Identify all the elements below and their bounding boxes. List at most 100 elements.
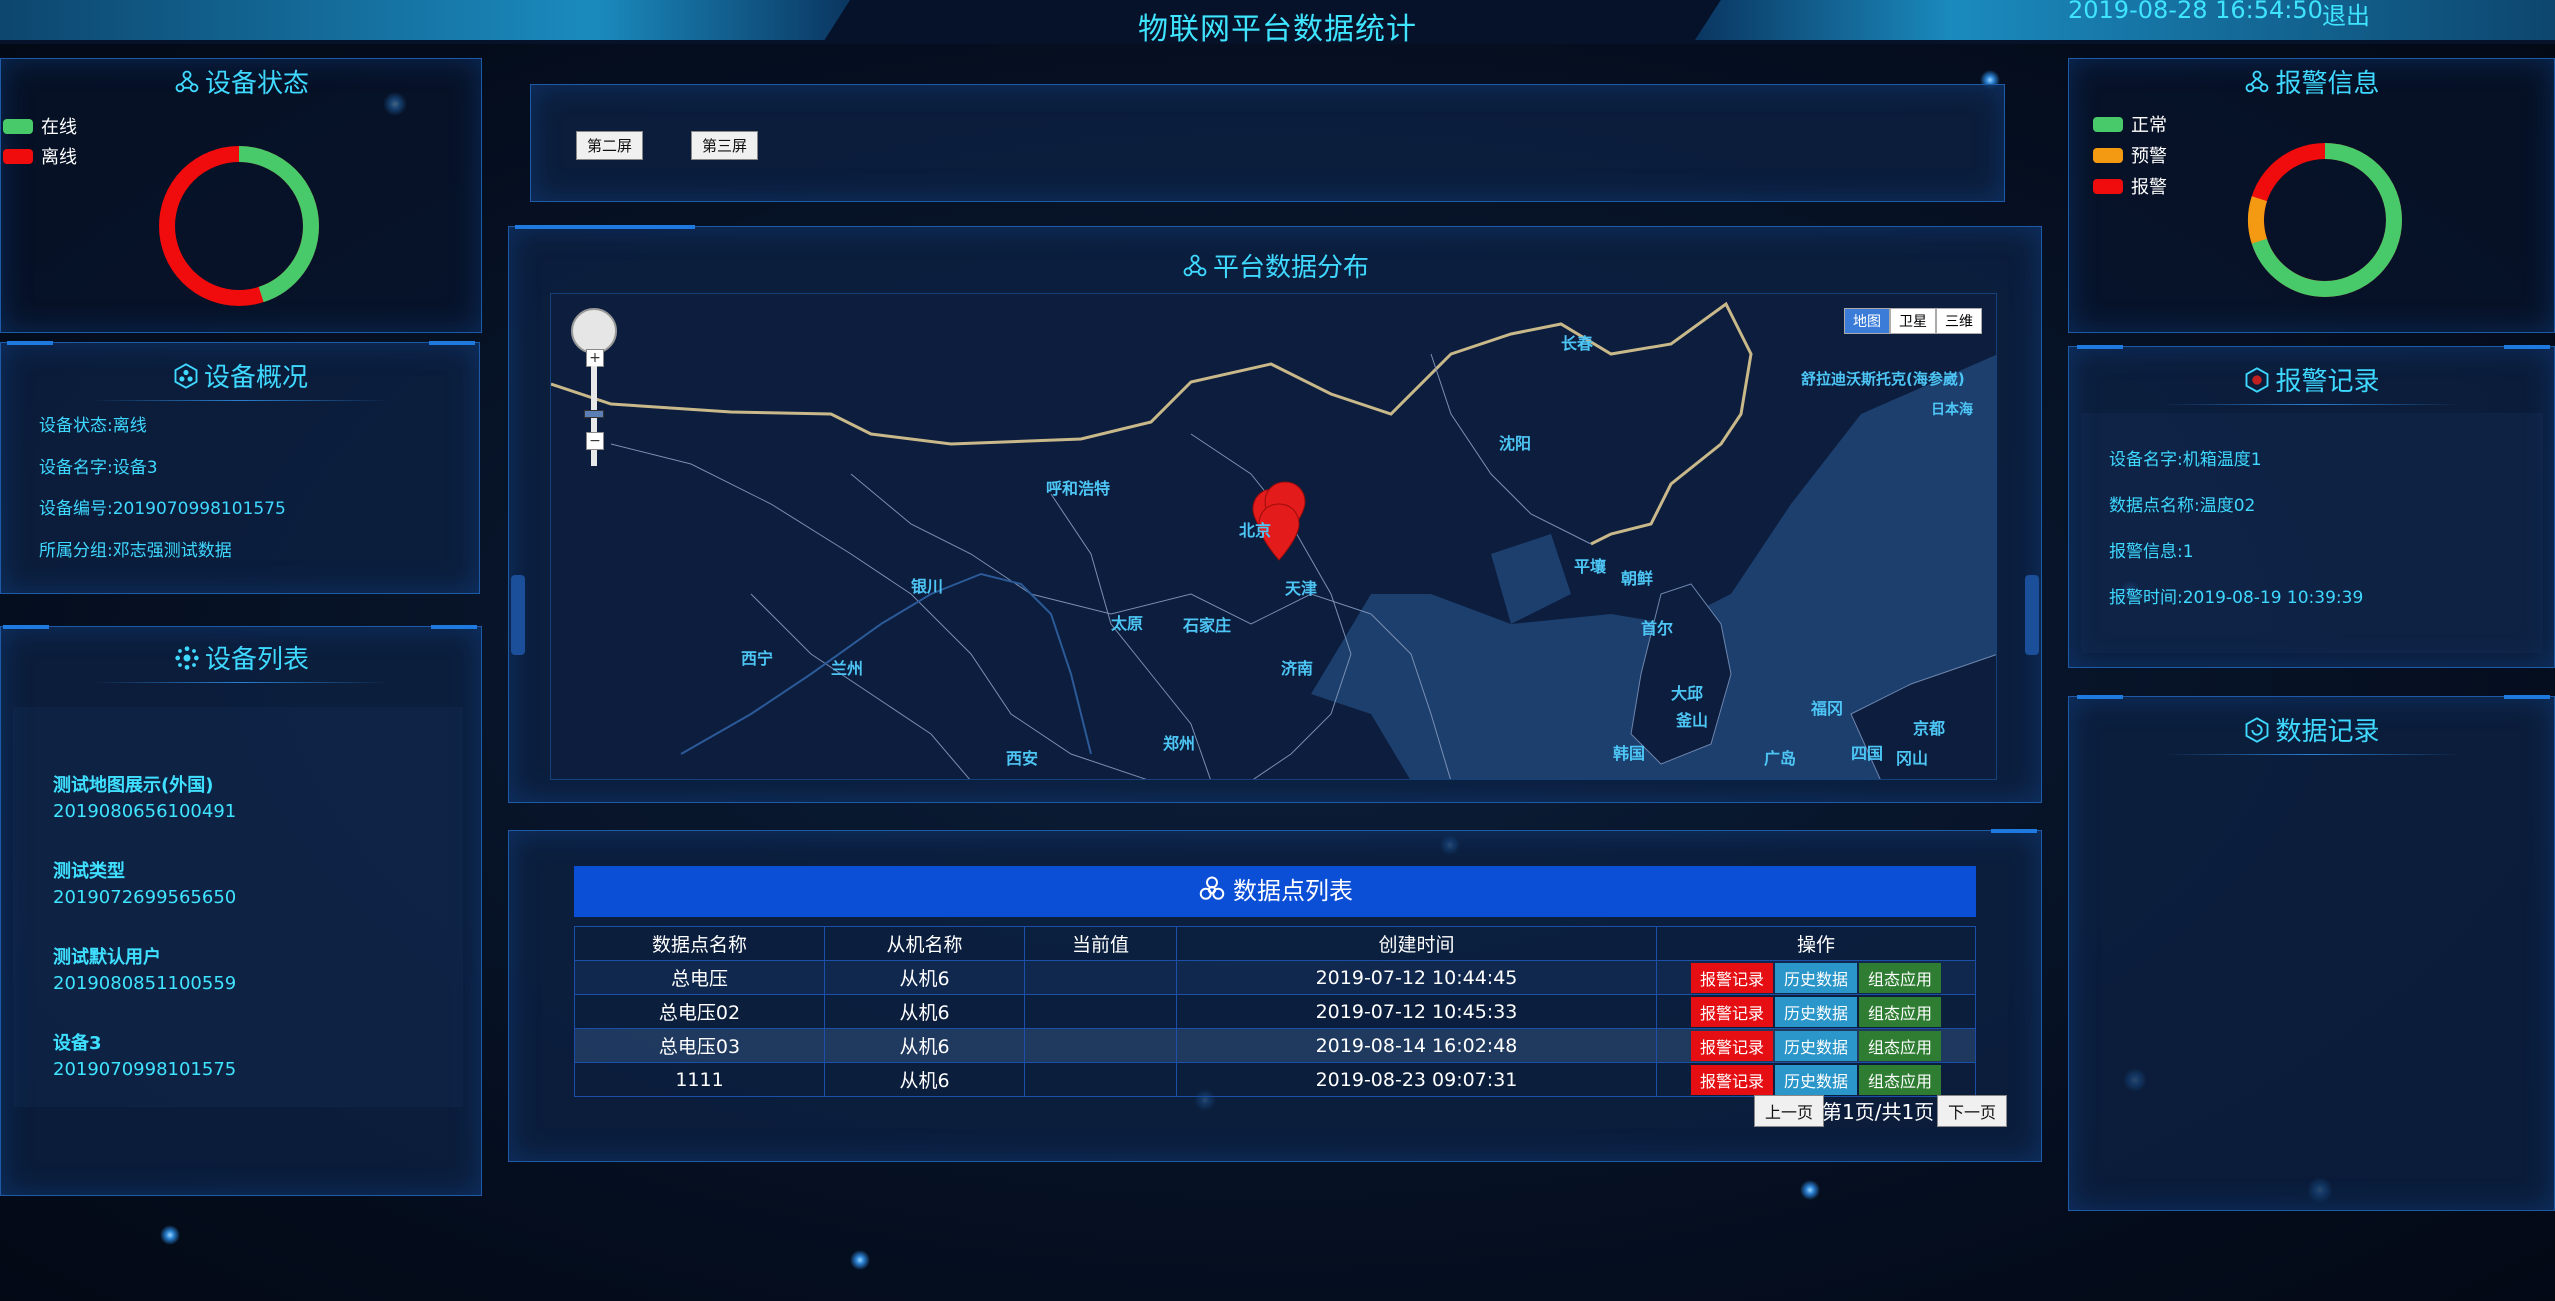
- device-name: 测试默认用户: [53, 947, 161, 968]
- second-screen-button[interactable]: 第二屏: [576, 131, 644, 160]
- panel-corner: [2504, 695, 2550, 711]
- map-label-zhengzhou: 郑州: [1163, 734, 1195, 753]
- zoom-slider-thumb[interactable]: [584, 410, 604, 418]
- alarm-record-message: 报警信息:1: [2109, 542, 2194, 562]
- history-data-button[interactable]: 历史数据: [1774, 962, 1857, 993]
- cell-value: [1024, 1062, 1177, 1097]
- map-label-daegu: 大邱: [1671, 684, 1703, 703]
- legend-alarm-label: 报警: [2131, 177, 2167, 198]
- zoom-in-button[interactable]: +: [586, 349, 604, 367]
- cell-actions: 报警记录 历史数据 组态应用: [1656, 1062, 1976, 1097]
- map-type-map[interactable]: 地图: [1844, 308, 1890, 334]
- alarm-record-device: 设备名字:机箱温度1: [2109, 450, 2262, 470]
- panel-corner: [2077, 695, 2123, 711]
- data-record-panel: 数据记录: [2068, 695, 2555, 1211]
- cell-slave: 从机6: [824, 1028, 1025, 1063]
- table-row: 总电压02 从机6 2019-07-12 10:45:33 报警记录 历史数据 组态应用: [574, 994, 1976, 1029]
- device-list-item[interactable]: 设备3 2019070998101575: [53, 1029, 236, 1080]
- cell-name: 1111: [574, 1062, 825, 1097]
- alarm-record-time: 报警时间:2019-08-19 10:39:39: [2109, 588, 2364, 608]
- device-name: 测试地图展示(外国): [53, 775, 214, 796]
- map-label-taiyuan: 太原: [1110, 614, 1143, 633]
- cell-value: [1024, 960, 1177, 995]
- alarm-record-button[interactable]: 报警记录: [1690, 1064, 1773, 1095]
- device-list-item[interactable]: 测试默认用户 2019080851100559: [53, 943, 236, 994]
- alarm-info-label: 报警信息: [2275, 69, 2380, 99]
- page-info: 第1页/共1页: [1822, 1100, 1935, 1124]
- device-list-item[interactable]: 测试地图展示(外国) 2019080656100491: [53, 771, 236, 822]
- panel-corner: [1991, 829, 2037, 845]
- map-label-shijiazhuang: 石家庄: [1182, 616, 1231, 635]
- map-pan-control[interactable]: [571, 308, 617, 354]
- map-type-switch: 地图 卫星 三维: [1844, 308, 1982, 334]
- device-list-item[interactable]: 测试类型 2019072699565650: [53, 857, 236, 908]
- map-type-3d[interactable]: 三维: [1936, 308, 1982, 334]
- legend-alarm: 报警: [2093, 173, 2167, 199]
- data-table-title: 数据点列表: [574, 866, 1976, 917]
- group-app-button[interactable]: 组态应用: [1859, 1064, 1942, 1095]
- map-label-beijing: 北京: [1239, 521, 1271, 540]
- device-overview-label: 设备概况: [203, 363, 308, 393]
- platform-map-label: 平台数据分布: [1212, 253, 1369, 283]
- cluster-icon: [175, 646, 199, 670]
- third-screen-button[interactable]: 第三屏: [691, 131, 759, 160]
- alarm-info-title: 报警信息: [2069, 63, 2554, 100]
- alarm-record-button[interactable]: 报警记录: [1690, 1030, 1773, 1061]
- device-name: 设备3: [53, 1033, 102, 1054]
- group-app-button[interactable]: 组态应用: [1859, 962, 1942, 993]
- map-type-satellite[interactable]: 卫星: [1890, 308, 1936, 334]
- prev-page-button[interactable]: 上一页: [1754, 1095, 1825, 1127]
- history-data-button[interactable]: 历史数据: [1774, 1030, 1857, 1061]
- network-icon: [2246, 70, 2269, 93]
- map-label-tianjin: 天津: [1285, 579, 1317, 598]
- map-label-kyoto: 京都: [1913, 719, 1945, 738]
- cell-created: 2019-07-12 10:44:45: [1176, 960, 1657, 995]
- legend-alarm-swatch: [2093, 178, 2123, 194]
- overview-status: 设备状态:离线: [39, 416, 147, 436]
- map-label-vladivostok: 舒拉迪沃斯托克(海参崴): [1801, 370, 1965, 388]
- col-actions: 操作: [1656, 926, 1976, 961]
- title-underline: [90, 400, 390, 401]
- legend-normal-label: 正常: [2131, 115, 2167, 136]
- donut-warning-arc: [2248, 143, 2402, 297]
- map-label-hohhot: 呼和浩特: [1046, 479, 1110, 498]
- cell-value: [1024, 1028, 1177, 1063]
- table-row: 总电压03 从机6 2019-08-14 16:02:48 报警记录 历史数据 组态应用: [574, 1028, 1976, 1063]
- title-underline: [91, 682, 391, 683]
- panel-corner: [2077, 345, 2123, 361]
- map-label-south-korea: 韩国: [1613, 744, 1645, 763]
- map-label-yinchuan: 银川: [911, 577, 943, 596]
- col-slave: 从机名称: [824, 926, 1025, 961]
- logout-button[interactable]: 退出: [2322, 0, 2370, 31]
- data-record-title: 数据记录: [2069, 711, 2554, 755]
- device-code: 2019080851100559: [53, 973, 237, 994]
- legend-normal-swatch: [2093, 116, 2123, 132]
- map-label-xining: 西宁: [741, 649, 773, 668]
- map-label-japan-sea: 日本海: [1931, 401, 1973, 418]
- table-row: 1111 从机6 2019-08-23 09:07:31 报警记录 历史数据 组态应用: [574, 1062, 1976, 1097]
- map-label-lanzhou: 兰州: [831, 659, 863, 678]
- alarm-record-point: 数据点名称:温度02: [2109, 496, 2256, 516]
- legend-offline-swatch: [3, 148, 33, 164]
- zoom-out-button[interactable]: −: [586, 432, 604, 450]
- alarm-record-button[interactable]: 报警记录: [1690, 996, 1773, 1027]
- network-icon: [1183, 254, 1207, 277]
- map-view[interactable]: 长春 舒拉迪沃斯托克(海参崴) 沈阳 呼和浩特 北京 天津 平壤 朝鲜 银川 太…: [550, 293, 1997, 780]
- title-underline: [2161, 754, 2462, 755]
- group-app-button[interactable]: 组态应用: [1859, 996, 1942, 1027]
- legend-online-label: 在线: [41, 117, 77, 138]
- panel-corner: [429, 341, 475, 357]
- overview-name: 设备名字:设备3: [39, 458, 158, 478]
- next-page-button[interactable]: 下一页: [1937, 1095, 2008, 1127]
- history-data-button[interactable]: 历史数据: [1774, 1064, 1857, 1095]
- cell-actions: 报警记录 历史数据 组态应用: [1656, 960, 1976, 995]
- legend-offline: 离线: [3, 143, 77, 169]
- map-label-changchun: 长春: [1561, 334, 1594, 353]
- history-data-button[interactable]: 历史数据: [1774, 996, 1857, 1027]
- cell-name: 总电压02: [574, 994, 825, 1029]
- panel-corner: [515, 225, 695, 241]
- map-label-jinan: 济南: [1281, 659, 1313, 678]
- clock: 2019-08-28 16:54:50: [2068, 0, 2323, 24]
- alarm-record-button[interactable]: 报警记录: [1690, 962, 1773, 993]
- group-app-button[interactable]: 组态应用: [1859, 1030, 1942, 1061]
